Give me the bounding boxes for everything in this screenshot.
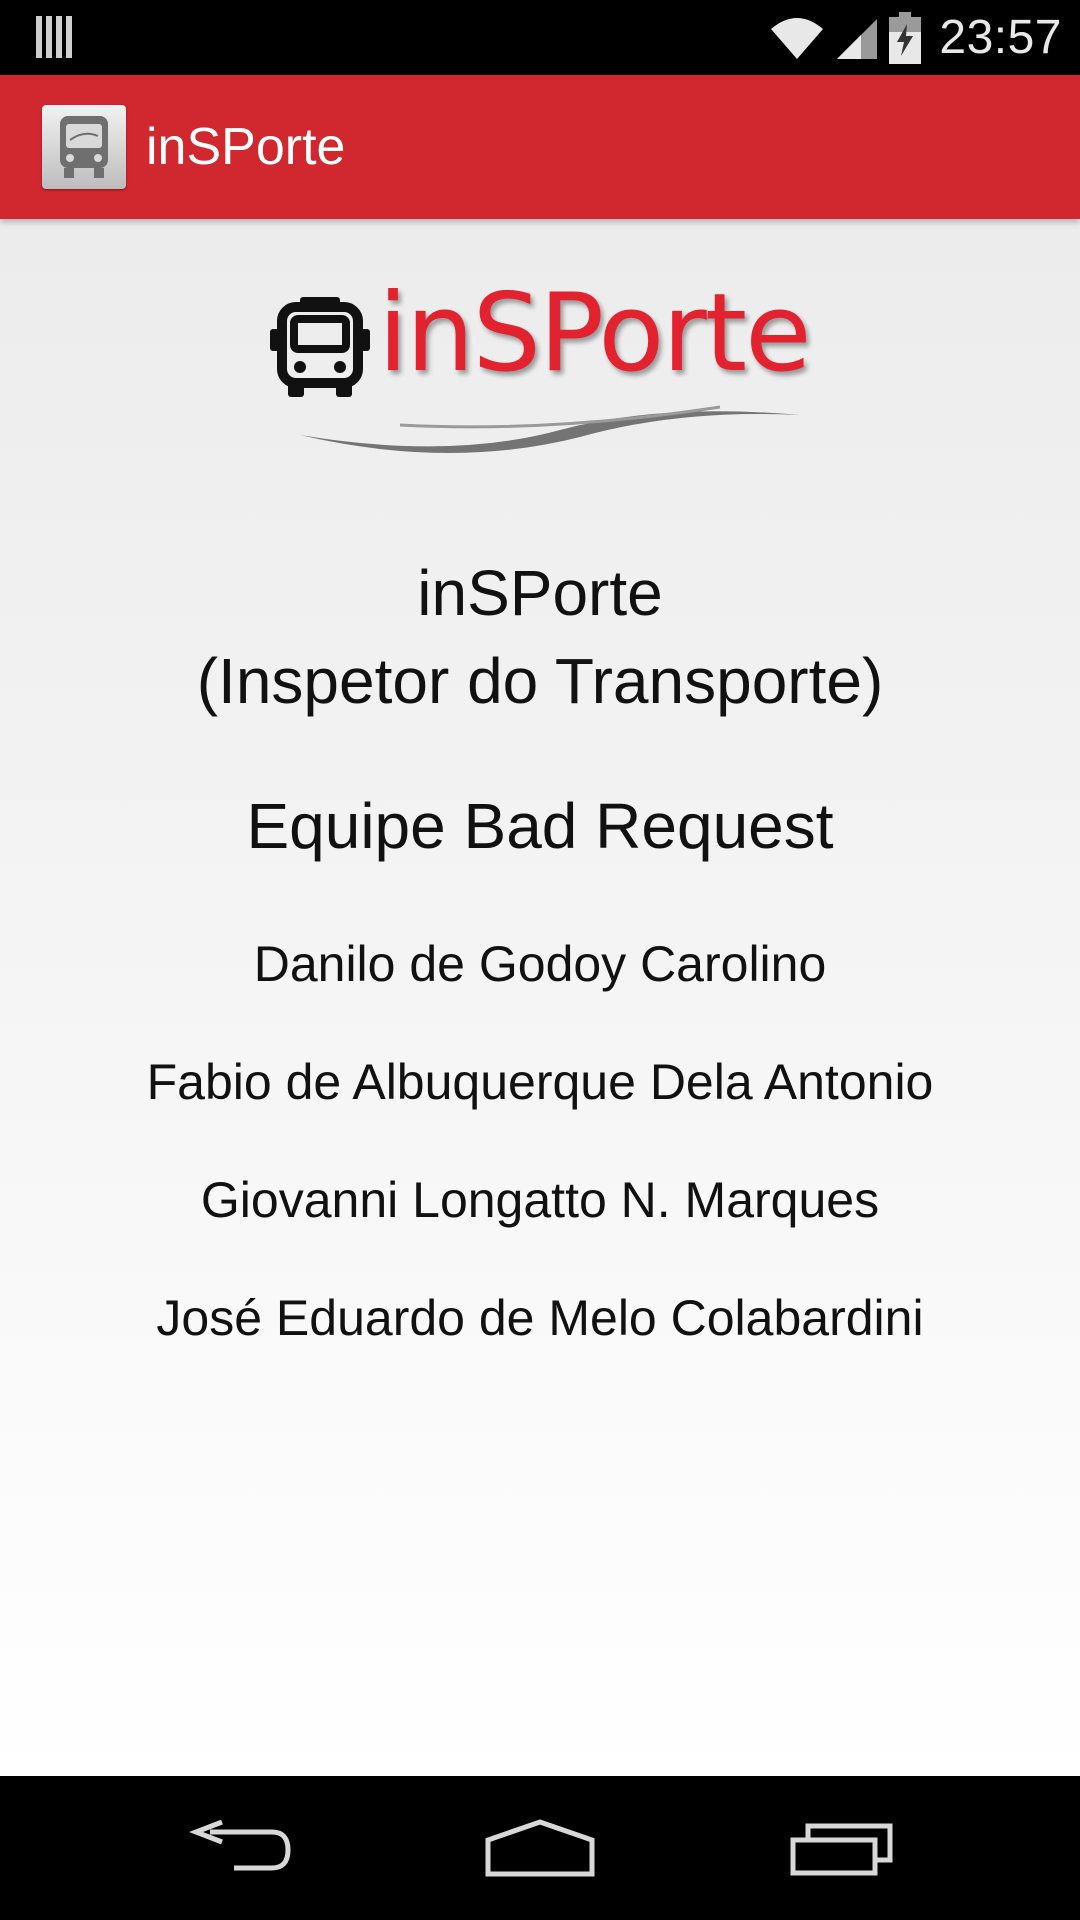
logo-text: inSPorte [378,271,812,396]
back-button[interactable] [150,1776,330,1920]
home-button[interactable] [450,1776,630,1920]
cell-signal-icon [837,18,878,59]
app-title: inSPorte [146,118,346,176]
recent-apps-icon [790,1823,893,1876]
team-name: Equipe Bad Request [246,790,834,862]
app-logo: inSPorte [270,271,815,455]
app-icon[interactable] [42,105,126,189]
team-member: José Eduardo de Melo Colabardini [156,1290,924,1346]
signal-bars-icon [36,16,72,58]
about-content: inSPorte inSPorte (Inspetor do Transport… [0,219,1080,1776]
team-member: Giovanni Longatto N. Marques [200,1172,880,1228]
status-icons: 23:57 [769,0,1062,75]
action-bar: inSPorte [0,75,1080,219]
status-bar: 23:57 [0,0,1080,75]
screen: 23:57 inSPorte inSPorte inSPorte (Inspet… [0,0,1080,1920]
home-icon [485,1819,595,1877]
wifi-icon [771,17,824,59]
team-member: Danilo de Godoy Carolino [253,936,827,992]
back-icon [189,1820,291,1871]
team-member: Fabio de Albuquerque Dela Antonio [146,1054,934,1110]
about-app-full-name: (Inspetor do Transporte) [196,645,884,717]
status-time: 23:57 [939,11,1062,64]
about-title: inSPorte (Inspetor do Transporte) [0,549,1080,725]
bus-icon [60,116,108,178]
logo-swoosh [300,405,800,454]
recent-apps-button[interactable] [752,1776,932,1920]
about-app-name: inSPorte [417,557,663,629]
battery-charging-icon [889,11,922,64]
navigation-bar [0,1776,1080,1920]
